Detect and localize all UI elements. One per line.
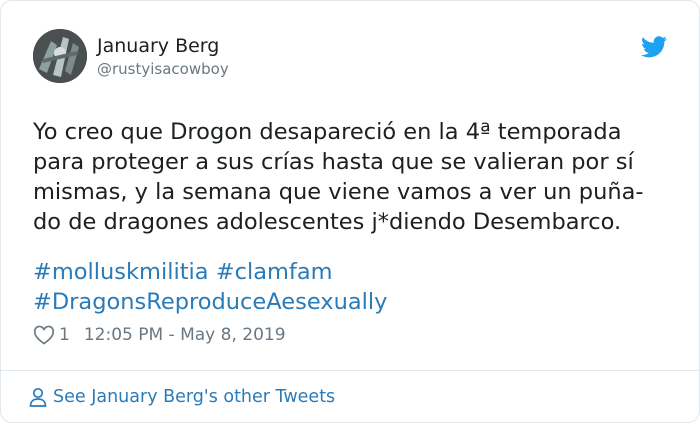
like-count[interactable]: 1 (59, 325, 70, 345)
hashtag-link[interactable]: #DragonsReproduceAesexually (33, 289, 387, 315)
author-handle[interactable]: @rustyisacowboy (97, 60, 229, 78)
tweet-text-line: mismas, y la semana que viene vamos a ve… (33, 179, 644, 205)
person-icon (29, 387, 47, 407)
tweet-header: January Berg @rustyisacowboy (33, 29, 667, 89)
avatar[interactable] (33, 29, 87, 83)
heart-icon[interactable] (33, 325, 55, 345)
hashtag-link[interactable]: #molluskmilitia (33, 259, 209, 285)
tweet-meta: 1 12:05 PM - May 8, 2019 (33, 323, 286, 347)
tweet-text-line: Yo creo que Drogon desapareció en la 4ª … (33, 119, 622, 145)
tweet-card: January Berg @rustyisacowboy Yo creo que… (0, 0, 700, 423)
tweet-text: Yo creo que Drogon desapareció en la 4ª … (33, 117, 683, 237)
tweet-timestamp[interactable]: 12:05 PM - May 8, 2019 (84, 325, 286, 345)
other-tweets-link[interactable]: See January Berg's other Tweets (29, 387, 335, 407)
divider (1, 370, 699, 371)
twitter-bird-icon[interactable] (641, 36, 667, 58)
tweet-text-line: para proteger a sus crías hasta que se v… (33, 149, 634, 175)
hashtags: #molluskmilitia #clamfam #DragonsReprodu… (33, 257, 387, 317)
hashtag-link[interactable]: #clamfam (216, 259, 333, 285)
other-tweets-label[interactable]: See January Berg's other Tweets (53, 387, 335, 407)
author-name[interactable]: January Berg (97, 35, 219, 57)
tweet-text-line: do de dragones adolescentes j*diendo Des… (33, 209, 622, 235)
